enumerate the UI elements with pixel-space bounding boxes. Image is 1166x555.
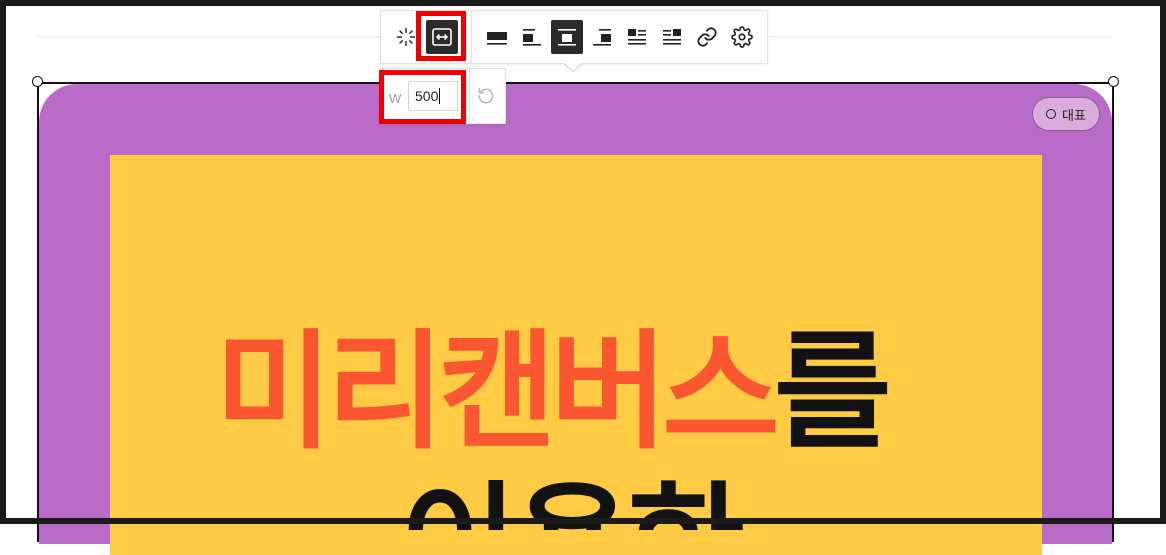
image-toolbar bbox=[380, 10, 768, 64]
wrap-left-icon[interactable] bbox=[621, 20, 653, 54]
resize-handle-top-left[interactable] bbox=[32, 76, 43, 87]
resize-handle-top-right[interactable] bbox=[1108, 76, 1119, 87]
align-center-icon[interactable] bbox=[551, 20, 583, 54]
reset-icon[interactable] bbox=[474, 84, 498, 108]
text-cursor bbox=[439, 88, 441, 104]
headline-dark-text: 를 bbox=[773, 318, 892, 467]
image-subline: 이용한 bbox=[400, 470, 780, 530]
width-popover: W 500 bbox=[380, 68, 506, 124]
image-headline: 미리캔버스를 bbox=[215, 318, 915, 468]
align-left-icon[interactable] bbox=[516, 20, 548, 54]
width-label: W bbox=[389, 91, 402, 106]
resize-width-icon[interactable] bbox=[426, 20, 458, 54]
align-right-icon[interactable] bbox=[586, 20, 618, 54]
wrap-right-icon[interactable] bbox=[656, 20, 688, 54]
radio-circle-icon bbox=[1046, 109, 1057, 119]
align-full-icon[interactable] bbox=[481, 20, 513, 54]
width-input[interactable]: 500 bbox=[408, 81, 458, 111]
magic-icon[interactable] bbox=[390, 20, 422, 54]
headline-orange-text: 미리캔버스 bbox=[215, 318, 780, 467]
popover-separator bbox=[469, 69, 470, 123]
representative-badge-label: 대표 bbox=[1062, 108, 1086, 124]
toolbar-pointer bbox=[565, 63, 581, 71]
toolbar-separator bbox=[471, 11, 472, 63]
gear-icon[interactable] bbox=[726, 20, 758, 54]
link-icon[interactable] bbox=[691, 20, 723, 54]
width-input-value: 500 bbox=[415, 88, 439, 104]
representative-badge[interactable]: 대표 bbox=[1032, 97, 1100, 131]
